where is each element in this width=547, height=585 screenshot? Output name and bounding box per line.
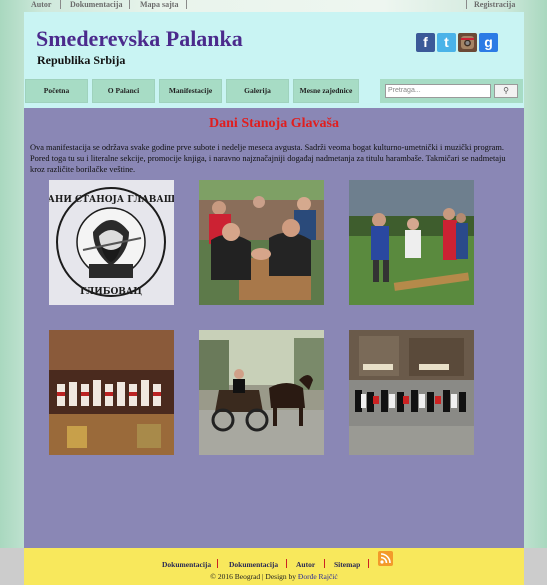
footer-divider	[286, 559, 287, 568]
footer-link-dokumentacija[interactable]: Dokumentacija	[162, 560, 211, 569]
intro-text: Ova manifestacija se održava svake godin…	[30, 143, 506, 174]
main-nav: Početna O Palanci Manifestacije Galerija…	[24, 76, 524, 108]
author-link[interactable]: Đorđe Rajčić	[298, 572, 338, 581]
search-icon: ⚲	[503, 86, 509, 95]
nav-item-galerija[interactable]: Galerija	[226, 79, 289, 103]
nav-item-pocetna[interactable]: Početna	[25, 79, 88, 103]
rss-icon[interactable]	[378, 551, 393, 566]
page-title: Dani Stanoja Glavaša	[209, 116, 339, 131]
facebook-icon[interactable]: f	[416, 33, 435, 52]
site-subtitle: Republika Srbija	[37, 53, 126, 67]
copyright-text: © 2016 Beograd | Design by	[210, 572, 297, 581]
topbar-divider	[186, 0, 187, 9]
footer: Dokumentacija Dokumentacija Autor Sitema…	[0, 548, 547, 585]
footer-divider	[217, 559, 218, 568]
footer-link-dokumentacija-2[interactable]: Dokumentacija	[229, 560, 278, 569]
footer-link-autor[interactable]: Autor	[296, 560, 315, 569]
search-button[interactable]: ⚲	[494, 84, 518, 98]
topbar-divider	[129, 0, 130, 9]
nav-item-manifestacije[interactable]: Manifestacije	[159, 79, 222, 103]
gallery-photo-arm-wrestling[interactable]	[199, 180, 324, 305]
footer-divider	[324, 559, 325, 568]
search-input[interactable]: Pretraga...	[385, 84, 491, 98]
gallery-photo-horse-carriage[interactable]	[199, 330, 324, 455]
footer-divider	[368, 559, 369, 568]
topbar-link-registracija[interactable]: Registracija	[474, 0, 515, 9]
topbar-divider	[60, 0, 61, 9]
site-title[interactable]: Smederevska Palanka	[36, 26, 243, 52]
nav-item-o-palanci[interactable]: O Palanci	[92, 79, 155, 103]
topbar-divider	[466, 0, 467, 9]
twitter-icon[interactable]: t	[437, 33, 456, 52]
instagram-icon[interactable]	[458, 33, 477, 52]
topbar-link-mapa-sajta[interactable]: Mapa sajta	[140, 0, 178, 9]
google-icon[interactable]: g	[479, 33, 498, 52]
search-box: Pretraga... ⚲	[380, 79, 523, 103]
logo-text-bottom: ГЛИБОВАЦ	[80, 287, 142, 297]
gallery-photo-outdoor-contest[interactable]	[349, 180, 474, 305]
topbar-link-dokumentacija[interactable]: Dokumentacija	[70, 0, 122, 9]
gallery-photo-folk-dance[interactable]	[349, 330, 474, 455]
footer-bar: Dokumentacija Dokumentacija Autor Sitema…	[24, 548, 524, 585]
nav-item-mesne-zajednice[interactable]: Mesne zajednice	[293, 79, 359, 103]
copyright: © 2016 Beograd | Design by Đorđe Rajčić	[24, 572, 524, 581]
footer-link-sitemap[interactable]: Sitemap	[334, 560, 360, 569]
logo-text-top: ДАНИ СТАНОЈА ГЛАВАША	[49, 195, 174, 205]
site-header: Smederevska Palanka Republika Srbija f t…	[24, 12, 524, 76]
main-content: Dani Stanoja Glavaša Ova manifestacija s…	[24, 108, 524, 548]
gallery-photo-logo[interactable]: ДАНИ СТАНОЈА ГЛАВАША ГЛИБОВАЦ	[49, 180, 174, 305]
topbar-link-autor[interactable]: Autor	[31, 0, 51, 9]
top-bar: Autor Dokumentacija Mapa sajta Registrac…	[0, 0, 547, 12]
gallery-photo-folk-stage[interactable]	[49, 330, 174, 455]
